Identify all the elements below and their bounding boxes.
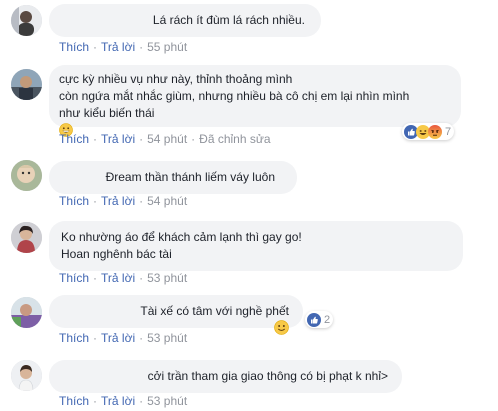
separator-dot: · <box>139 271 144 285</box>
avatar[interactable] <box>11 360 42 391</box>
comment-time[interactable]: 53 phút <box>147 394 187 408</box>
avatar[interactable] <box>11 160 42 191</box>
like-link[interactable]: Thích <box>59 394 89 408</box>
comment-actions: Thích · Trả lời · 54 phút · Đã chỉnh sửa <box>59 132 271 146</box>
reaction-count: 2 <box>324 313 331 326</box>
avatar[interactable] <box>11 5 42 36</box>
reply-link[interactable]: Trả lời <box>101 40 135 54</box>
reply-link[interactable]: Trả lời <box>101 271 135 285</box>
separator-dot: · <box>139 394 144 408</box>
reaction-summary[interactable]: 7 <box>402 123 455 140</box>
like-icon <box>307 312 321 327</box>
separator-dot: · <box>93 271 98 285</box>
comment-text: Ko nhường áo để khách cảm lạnh thì gay g… <box>61 230 302 261</box>
comment-text: Đream thần thánh liếm váy luôn <box>105 170 275 184</box>
comment-bubble: Ko nhường áo để khách cảm lạnh thì gay g… <box>49 221 463 271</box>
like-link[interactable]: Thích <box>59 194 89 208</box>
comment-bubble: Tài xế có tâm với nghề phết <box>49 295 303 335</box>
separator-dot: · <box>93 132 98 146</box>
separator-dot: · <box>139 132 144 146</box>
comment-bubble: Lá rách ít đùm lá rách nhiều. <box>49 4 321 37</box>
comment-time[interactable]: 53 phút <box>147 271 187 285</box>
comment-item: Ko nhường áo để khách cảm lạnh thì gay g… <box>0 215 498 290</box>
separator-dot: · <box>93 40 98 54</box>
comment-text: cởi trần tham gia giao thông có bị phạt … <box>147 369 388 383</box>
comment-item: cực kỳ nhiều vụ như này, thỉnh thoảng mì… <box>0 60 498 155</box>
like-link[interactable]: Thích <box>59 132 89 146</box>
comment-actions: Thích · Trả lời · 55 phút <box>59 40 187 54</box>
separator-dot: · <box>93 194 98 208</box>
separator-dot: · <box>191 132 196 146</box>
comment-item: cởi trần tham gia giao thông có bị phạt … <box>0 350 498 411</box>
comment-actions: Thích · Trả lời · 53 phút <box>59 331 187 345</box>
avatar[interactable] <box>11 222 42 253</box>
comment-text-content: cực kỳ nhiều vụ như này, thỉnh thoảng mì… <box>59 72 410 120</box>
separator-dot: · <box>139 40 144 54</box>
separator-dot: · <box>93 394 98 408</box>
reply-link[interactable]: Trả lời <box>101 132 135 146</box>
comment-actions: Thích · Trả lời · 54 phút <box>59 194 187 208</box>
avatar[interactable] <box>11 69 42 100</box>
reaction-count: 7 <box>445 125 452 138</box>
like-link[interactable]: Thích <box>59 40 89 54</box>
comment-item: Lá rách ít đùm lá rách nhiều. Thích · Trả … <box>0 0 498 60</box>
comment-time[interactable]: 55 phút <box>147 40 187 54</box>
comment-bubble: cởi trần tham gia giao thông có bị phạt … <box>49 360 402 393</box>
separator-dot: · <box>93 331 98 345</box>
comment-item: Tài xế có tâm với nghề phết 2 Thích · Trả … <box>0 290 498 350</box>
comment-bubble: Đream thần thánh liếm váy luôn <box>49 161 297 194</box>
comment-bubble: cực kỳ nhiều vụ như này, thỉnh thoảng mì… <box>49 65 461 137</box>
comment-time[interactable]: 53 phút <box>147 331 187 345</box>
reply-link[interactable]: Trả lời <box>101 394 135 408</box>
reply-link[interactable]: Trả lời <box>101 194 135 208</box>
separator-dot: · <box>139 331 144 345</box>
reaction-summary[interactable]: 2 <box>305 311 334 328</box>
edited-label[interactable]: Đã chỉnh sửa <box>199 132 270 146</box>
like-link[interactable]: Thích <box>59 331 89 345</box>
comment-text-content: Tài xế có tâm với nghề phết <box>140 304 289 318</box>
avatar[interactable] <box>11 297 42 328</box>
separator-dot: · <box>139 194 144 208</box>
angry-icon <box>428 124 442 139</box>
comment-text: Lá rách ít đùm lá rách nhiều. <box>152 13 305 27</box>
reply-link[interactable]: Trả lời <box>101 331 135 345</box>
comment-actions: Thích · Trả lời · 53 phút <box>59 394 187 408</box>
comment-time[interactable]: 54 phút <box>147 132 187 146</box>
comment-time[interactable]: 54 phút <box>147 194 187 208</box>
comment-item: Đream thần thánh liếm váy luôn Thích · Trả… <box>0 155 498 215</box>
smile-emoji-icon <box>274 320 289 340</box>
comment-actions: Thích · Trả lời · 53 phút <box>59 271 187 285</box>
like-link[interactable]: Thích <box>59 271 89 285</box>
